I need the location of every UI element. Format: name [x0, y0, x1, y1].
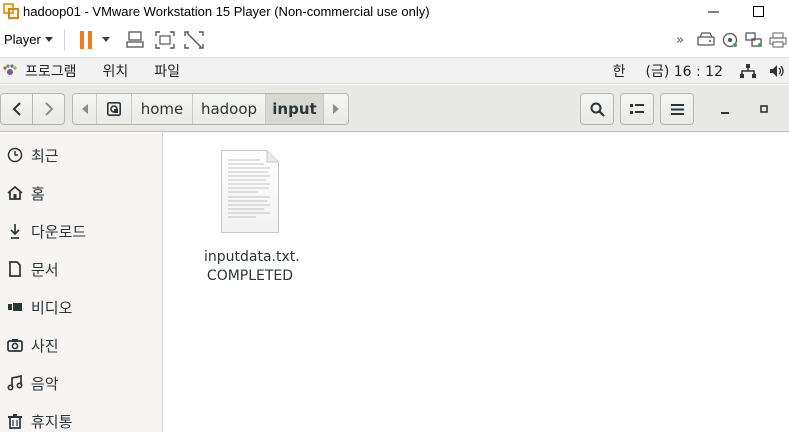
window-minimize-button[interactable] [710, 93, 740, 125]
vmware-toolbar: Player » [0, 22, 789, 58]
volume-icon[interactable] [769, 63, 785, 79]
hamburger-menu-icon [670, 103, 684, 115]
fit-guest-button[interactable] [154, 29, 176, 51]
unity-mode-icon [184, 30, 204, 49]
window-title: hadoop01 - VMware Workstation 15 Player … [23, 3, 430, 19]
vmware-title-bar: hadoop01 - VMware Workstation 15 Player … [0, 0, 789, 22]
video-icon [7, 299, 23, 315]
music-icon [7, 375, 23, 391]
sidebar-item-downloads[interactable]: 다운로드 [0, 212, 162, 250]
sidebar-item-label: 최근 [31, 146, 59, 165]
search-icon [590, 102, 605, 117]
places-menu[interactable]: 위치 [103, 61, 129, 81]
sidebar-item-label: 음악 [31, 374, 59, 393]
more-devices-icon[interactable]: » [669, 29, 691, 51]
sidebar-item-videos[interactable]: 비디오 [0, 288, 162, 326]
minimize-button[interactable] [690, 0, 736, 22]
window-maximize-button[interactable] [749, 93, 779, 125]
view-list-toggle-button[interactable] [620, 93, 654, 125]
pause-icon [79, 30, 92, 49]
status-area: 한 (금) 16 : 12 [613, 58, 785, 84]
back-arrow-icon [12, 102, 21, 116]
places-sidebar: 최근 홈 다운로드 문서 비디오 사진 음악 휴지통 [0, 133, 163, 432]
text-file-icon [221, 150, 279, 233]
scroll-right-icon [333, 104, 339, 114]
document-icon [7, 261, 23, 277]
breadcrumb-root[interactable] [97, 94, 132, 124]
list-view-icon [630, 104, 644, 114]
file-menu[interactable]: 파일 [154, 61, 180, 81]
file-item[interactable]: inputdata.txt. COMPLETED [204, 149, 300, 286]
chevron-down-icon [44, 37, 53, 42]
sidebar-item-label: 문서 [31, 260, 59, 279]
sidebar-item-label: 홈 [31, 184, 45, 203]
send-ctrl-alt-del-button[interactable] [125, 29, 147, 51]
trash-icon [7, 413, 23, 429]
sidebar-item-recent[interactable]: 최근 [0, 136, 162, 174]
sidebar-item-music[interactable]: 음악 [0, 364, 162, 402]
breadcrumb-scroll-right[interactable] [324, 94, 348, 124]
sidebar-item-pictures[interactable]: 사진 [0, 326, 162, 364]
unity-button[interactable] [183, 29, 205, 51]
gnome-foot-icon [3, 63, 17, 75]
minimize-icon [707, 11, 719, 12]
sidebar-item-trash[interactable]: 휴지통 [0, 402, 162, 432]
file-name-line: inputdata.txt. [204, 249, 300, 265]
sidebar-item-documents[interactable]: 문서 [0, 250, 162, 288]
network-adapter-icon[interactable] [745, 32, 763, 48]
drive-icon [107, 102, 121, 116]
vmware-logo-icon [3, 3, 19, 19]
sidebar-item-label: 사진 [31, 336, 59, 355]
applications-menu[interactable]: 프로그램 [25, 61, 77, 81]
player-menu-label: Player [4, 32, 41, 47]
pause-dropdown-button[interactable] [101, 29, 111, 51]
toolbar-separator [63, 28, 65, 51]
forward-button[interactable] [32, 93, 65, 125]
breadcrumb-scroll-left[interactable] [73, 94, 97, 124]
fullscreen-icon [155, 30, 175, 49]
gnome-top-bar: 프로그램 위치 파일 한 (금) 16 : 12 [0, 58, 789, 84]
breadcrumb-input[interactable]: input [266, 94, 324, 124]
clock[interactable]: (금) 16 : 12 [645, 61, 723, 81]
camera-icon [7, 337, 23, 353]
breadcrumb-hadoop[interactable]: hadoop [193, 94, 266, 124]
clock-icon [7, 147, 23, 163]
search-button[interactable] [580, 93, 614, 125]
back-button[interactable] [0, 93, 33, 125]
scroll-left-icon [81, 104, 88, 114]
cd-dvd-icon[interactable] [721, 32, 739, 48]
sidebar-item-label: 휴지통 [31, 412, 73, 431]
sidebar-item-label: 비디오 [31, 298, 73, 317]
maximize-button[interactable] [735, 0, 781, 22]
hard-disk-icon[interactable] [697, 32, 715, 48]
sidebar-item-home[interactable]: 홈 [0, 174, 162, 212]
keyboard-computer-icon [126, 30, 144, 48]
home-icon [7, 185, 23, 201]
download-icon [7, 223, 23, 239]
file-manager-header: home hadoop input [0, 85, 789, 132]
forward-arrow-icon [44, 102, 53, 116]
breadcrumb-home[interactable]: home [132, 94, 193, 124]
chevron-down-icon [101, 37, 110, 42]
printer-icon[interactable] [769, 32, 787, 48]
maximize-icon [760, 105, 768, 113]
file-name: inputdata.txt. COMPLETED [204, 248, 300, 286]
file-name-line: COMPLETED [206, 268, 294, 284]
player-menu[interactable]: Player [4, 32, 53, 47]
breadcrumb: home hadoop input [72, 93, 349, 125]
sidebar-item-label: 다운로드 [31, 222, 87, 241]
input-method-indicator[interactable]: 한 [613, 61, 626, 81]
network-icon[interactable] [739, 63, 757, 79]
minimize-icon [721, 112, 729, 114]
file-view: inputdata.txt. COMPLETED [164, 133, 789, 432]
menu-button[interactable] [660, 93, 694, 125]
pause-button[interactable] [75, 29, 97, 51]
maximize-icon [752, 5, 764, 17]
